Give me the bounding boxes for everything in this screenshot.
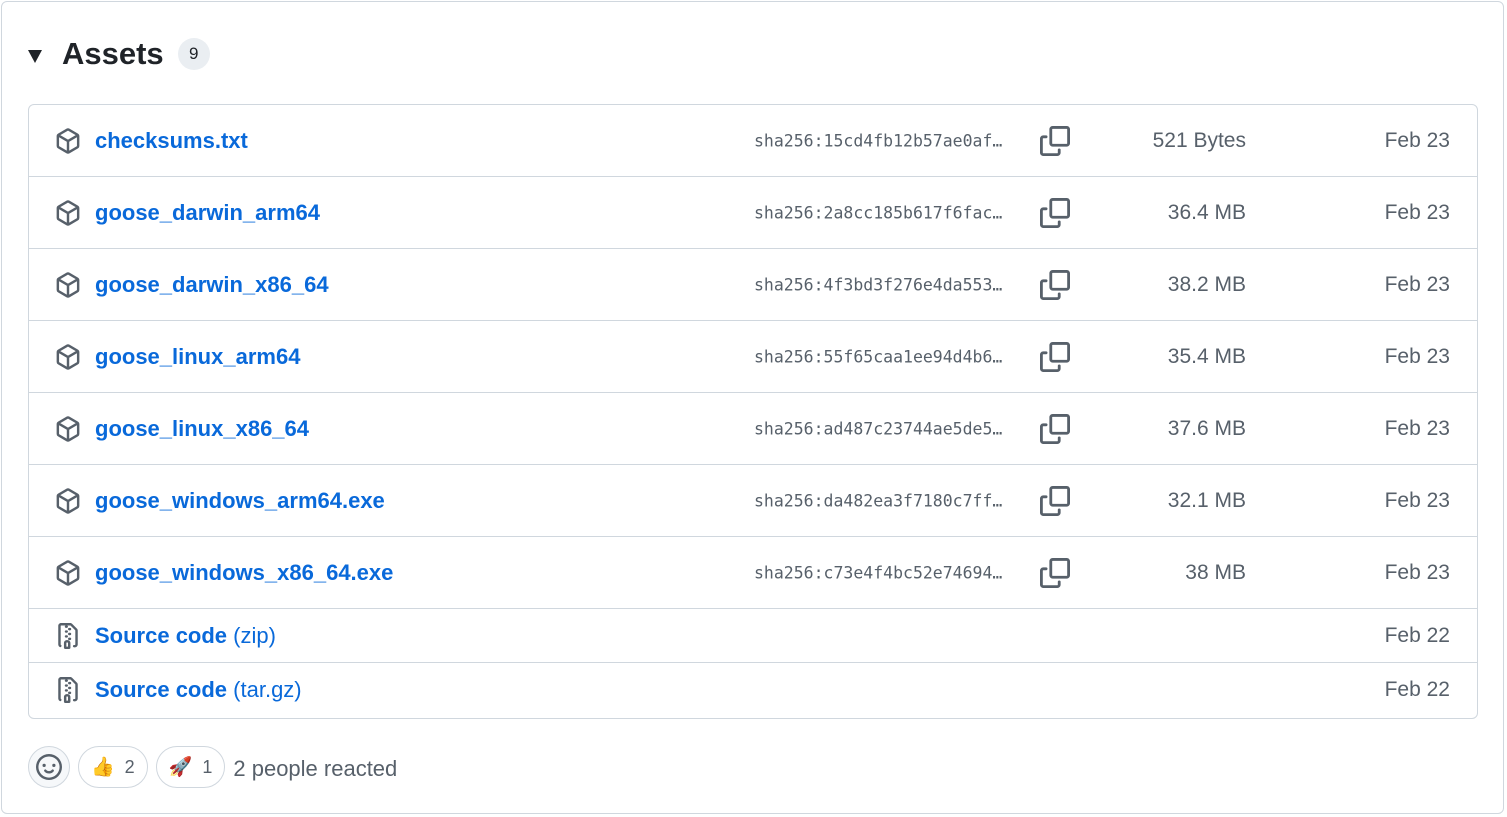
asset-date: Feb 23	[1384, 560, 1450, 584]
source-code-zip-link[interactable]: Source code (zip)	[95, 623, 276, 649]
asset-row: goose_linux_x86_64 sha256:ad487c23744ae5…	[29, 393, 1477, 465]
reaction-rocket-button[interactable]: 🚀 1	[155, 746, 226, 788]
copy-icon[interactable]	[1040, 269, 1070, 300]
package-icon	[56, 559, 80, 586]
asset-link[interactable]: goose_windows_x86_64.exe	[95, 560, 393, 586]
rocket-icon: 🚀	[168, 756, 193, 778]
asset-date: Feb 23	[1384, 128, 1450, 152]
source-code-ext: (tar.gz)	[233, 677, 302, 702]
asset-date: Feb 23	[1384, 272, 1450, 296]
asset-link[interactable]: goose_darwin_x86_64	[95, 272, 329, 298]
asset-size: 35.4 MB	[1167, 344, 1246, 368]
reaction-thumbs-up-button[interactable]: 👍 2	[78, 746, 148, 788]
asset-row: goose_windows_x86_64.exe sha256:c73e4f4b…	[29, 537, 1477, 609]
asset-sha256: sha256:4f3bd3f276e4da553…	[754, 275, 1003, 294]
asset-date: Feb 23	[1384, 200, 1450, 224]
reaction-count: 1	[202, 756, 213, 777]
copy-icon[interactable]	[1040, 485, 1070, 516]
asset-link[interactable]: goose_darwin_arm64	[95, 200, 320, 226]
asset-row: goose_darwin_arm64 sha256:2a8cc185b617f6…	[29, 177, 1477, 249]
asset-size: 36.4 MB	[1167, 200, 1246, 224]
asset-sha256: sha256:55f65caa1ee94d4b6…	[754, 347, 1003, 366]
copy-icon[interactable]	[1040, 197, 1070, 228]
asset-sha256: sha256:15cd4fb12b57ae0af…	[754, 131, 1003, 150]
file-zip-icon	[58, 622, 78, 649]
asset-size: 521 Bytes	[1152, 128, 1246, 152]
asset-size: 38.2 MB	[1167, 272, 1246, 296]
assets-list: checksums.txt sha256:15cd4fb12b57ae0af… …	[28, 104, 1478, 719]
collapse-triangle-icon[interactable]	[28, 49, 42, 63]
reactions-summary: 2 people reacted	[233, 756, 398, 781]
asset-sha256: sha256:ad487c23744ae5de5…	[754, 419, 1003, 438]
asset-link[interactable]: goose_linux_arm64	[95, 344, 300, 370]
asset-link[interactable]: checksums.txt	[95, 128, 248, 154]
source-code-targz-link[interactable]: Source code (tar.gz)	[95, 677, 302, 703]
package-icon	[56, 127, 80, 154]
asset-sha256: sha256:2a8cc185b617f6fac…	[754, 203, 1003, 222]
package-icon	[56, 271, 80, 298]
asset-date: Feb 23	[1384, 488, 1450, 512]
asset-sha256: sha256:da482ea3f7180c7ff…	[754, 491, 1003, 510]
source-code-date: Feb 22	[1384, 623, 1450, 647]
asset-row: goose_darwin_x86_64 sha256:4f3bd3f276e4d…	[29, 249, 1477, 321]
asset-row: checksums.txt sha256:15cd4fb12b57ae0af… …	[29, 105, 1477, 177]
asset-size: 37.6 MB	[1167, 416, 1246, 440]
file-zip-icon	[58, 677, 78, 703]
asset-size: 32.1 MB	[1167, 488, 1246, 512]
package-icon	[56, 199, 80, 226]
package-icon	[56, 487, 80, 514]
source-code-ext: (zip)	[233, 622, 276, 648]
asset-link[interactable]: goose_windows_arm64.exe	[95, 488, 385, 514]
source-code-label: Source code	[95, 622, 228, 648]
asset-date: Feb 23	[1384, 344, 1450, 368]
asset-sha256: sha256:c73e4f4bc52e74694…	[754, 563, 1003, 582]
copy-icon[interactable]	[1040, 557, 1070, 588]
asset-row: goose_windows_arm64.exe sha256:da482ea3f…	[29, 465, 1477, 537]
thumbs-up-icon: 👍	[91, 756, 115, 778]
smiley-icon	[36, 754, 62, 780]
asset-size: 38 MB	[1185, 560, 1246, 584]
add-reaction-button[interactable]	[28, 746, 70, 788]
copy-icon[interactable]	[1040, 341, 1070, 372]
reaction-count: 2	[124, 756, 135, 777]
copy-icon[interactable]	[1040, 125, 1070, 156]
source-code-row: Source code (tar.gz) Feb 22	[29, 663, 1477, 717]
copy-icon[interactable]	[1040, 413, 1070, 444]
reactions-bar: 👍 2 🚀 1 2 people reacted	[28, 745, 397, 789]
package-icon	[56, 343, 80, 370]
assets-header: Assets 9	[28, 34, 210, 74]
source-code-date: Feb 22	[1384, 678, 1450, 701]
assets-title[interactable]: Assets	[62, 36, 164, 72]
asset-link[interactable]: goose_linux_x86_64	[95, 416, 309, 442]
source-code-row: Source code (zip) Feb 22	[29, 609, 1477, 663]
asset-row: goose_linux_arm64 sha256:55f65caa1ee94d4…	[29, 321, 1477, 393]
source-code-label: Source code	[95, 677, 228, 702]
asset-date: Feb 23	[1384, 416, 1450, 440]
assets-count-badge: 9	[177, 38, 210, 70]
package-icon	[56, 415, 80, 442]
